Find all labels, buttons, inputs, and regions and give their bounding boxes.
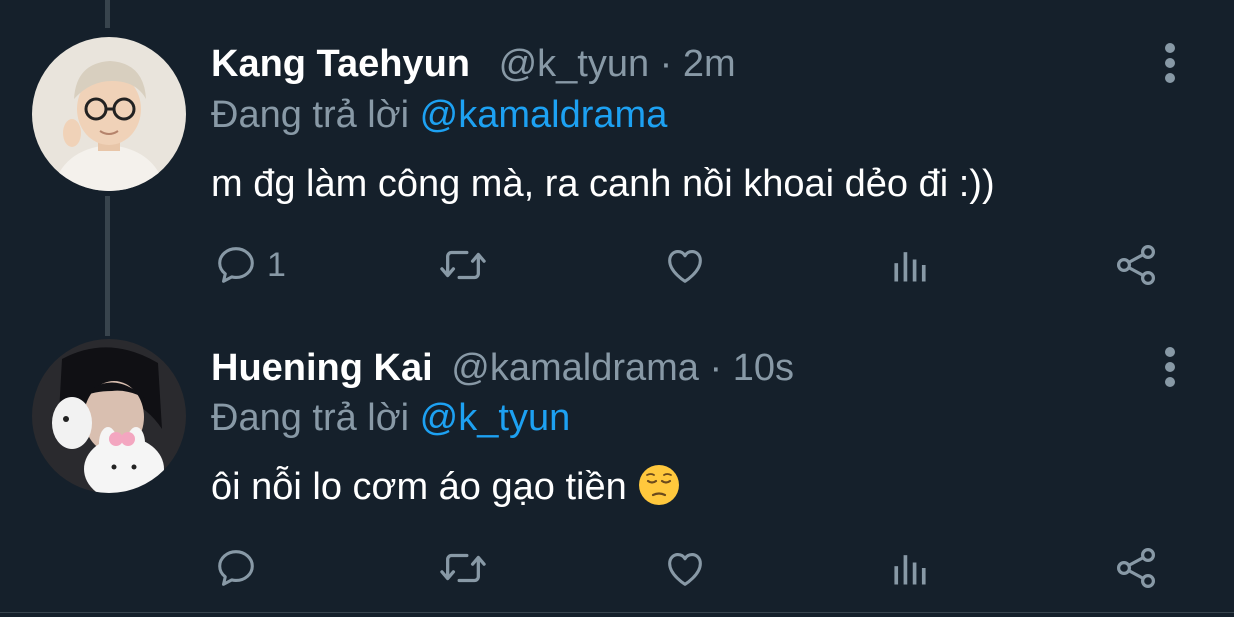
user-handle[interactable]: @k_tyun: [499, 43, 650, 85]
mention-link[interactable]: @kamaldrama: [420, 94, 668, 136]
reply-count: 1: [267, 245, 286, 284]
share-button[interactable]: [1112, 240, 1160, 290]
separator: ·: [659, 43, 673, 85]
replying-to-label: Đang trả lời: [211, 397, 410, 439]
more-options-icon: [1165, 43, 1175, 83]
tweet-text: m đg làm công mà, ra canh nồi khoai dẻo …: [211, 163, 995, 205]
tweet-header: Kang Taehyun @k_tyun · 2m: [211, 42, 736, 86]
profile-photo-icon: [32, 37, 186, 191]
tweet-header: Huening Kai @kamaldrama · 10s: [211, 346, 794, 390]
analytics-icon: [894, 555, 926, 585]
avatar[interactable]: [32, 37, 186, 191]
retweet-button[interactable]: [438, 543, 488, 593]
analytics-button[interactable]: [888, 240, 932, 290]
replying-to: Đang trả lời @k_tyun: [211, 396, 570, 440]
tweet-text-row: ôi nỗi lo cơm áo gạo tiền: [211, 463, 681, 517]
profile-photo-icon: [32, 339, 186, 493]
more-options-button[interactable]: [1158, 346, 1182, 388]
more-options-button[interactable]: [1158, 42, 1182, 84]
pensive-face-icon: [639, 465, 680, 505]
avatar[interactable]: [32, 339, 186, 493]
pensive-face-emoji: [637, 463, 681, 517]
more-options-icon: [1165, 347, 1175, 387]
replying-to-label: Đang trả lời: [211, 94, 410, 136]
like-icon: [668, 553, 702, 586]
like-button[interactable]: [662, 543, 708, 593]
tweet-text: ôi nỗi lo cơm áo gạo tiền: [211, 466, 627, 508]
mention-link[interactable]: @k_tyun: [420, 397, 571, 439]
display-name[interactable]: Kang Taehyun: [211, 43, 470, 85]
retweet-icon: [440, 553, 486, 583]
share-button[interactable]: [1112, 543, 1160, 593]
divider: [0, 612, 1234, 613]
reply-icon: [218, 550, 254, 586]
tweet-huening-kai[interactable]: Huening Kai @kamaldrama · 10s Đang trả l…: [0, 310, 1234, 612]
replying-to: Đang trả lời @kamaldrama: [211, 93, 667, 137]
share-icon: [1116, 244, 1156, 286]
retweet-button[interactable]: [438, 240, 488, 290]
user-handle[interactable]: @kamaldrama: [451, 347, 699, 389]
reply-button[interactable]: 1: [213, 240, 286, 290]
timestamp[interactable]: 10s: [733, 347, 794, 389]
like-icon: [668, 250, 702, 283]
reply-button[interactable]: [213, 543, 267, 593]
tweet-kang-taehyun[interactable]: Kang Taehyun @k_tyun · 2m Đang trả lời @…: [0, 0, 1234, 310]
retweet-icon: [440, 250, 486, 280]
separator: ·: [709, 347, 723, 389]
like-button[interactable]: [662, 240, 708, 290]
reply-icon: [218, 247, 254, 283]
display-name[interactable]: Huening Kai: [211, 347, 433, 389]
share-icon: [1116, 547, 1156, 589]
analytics-icon: [894, 252, 926, 282]
analytics-button[interactable]: [888, 543, 932, 593]
timestamp[interactable]: 2m: [683, 43, 736, 85]
